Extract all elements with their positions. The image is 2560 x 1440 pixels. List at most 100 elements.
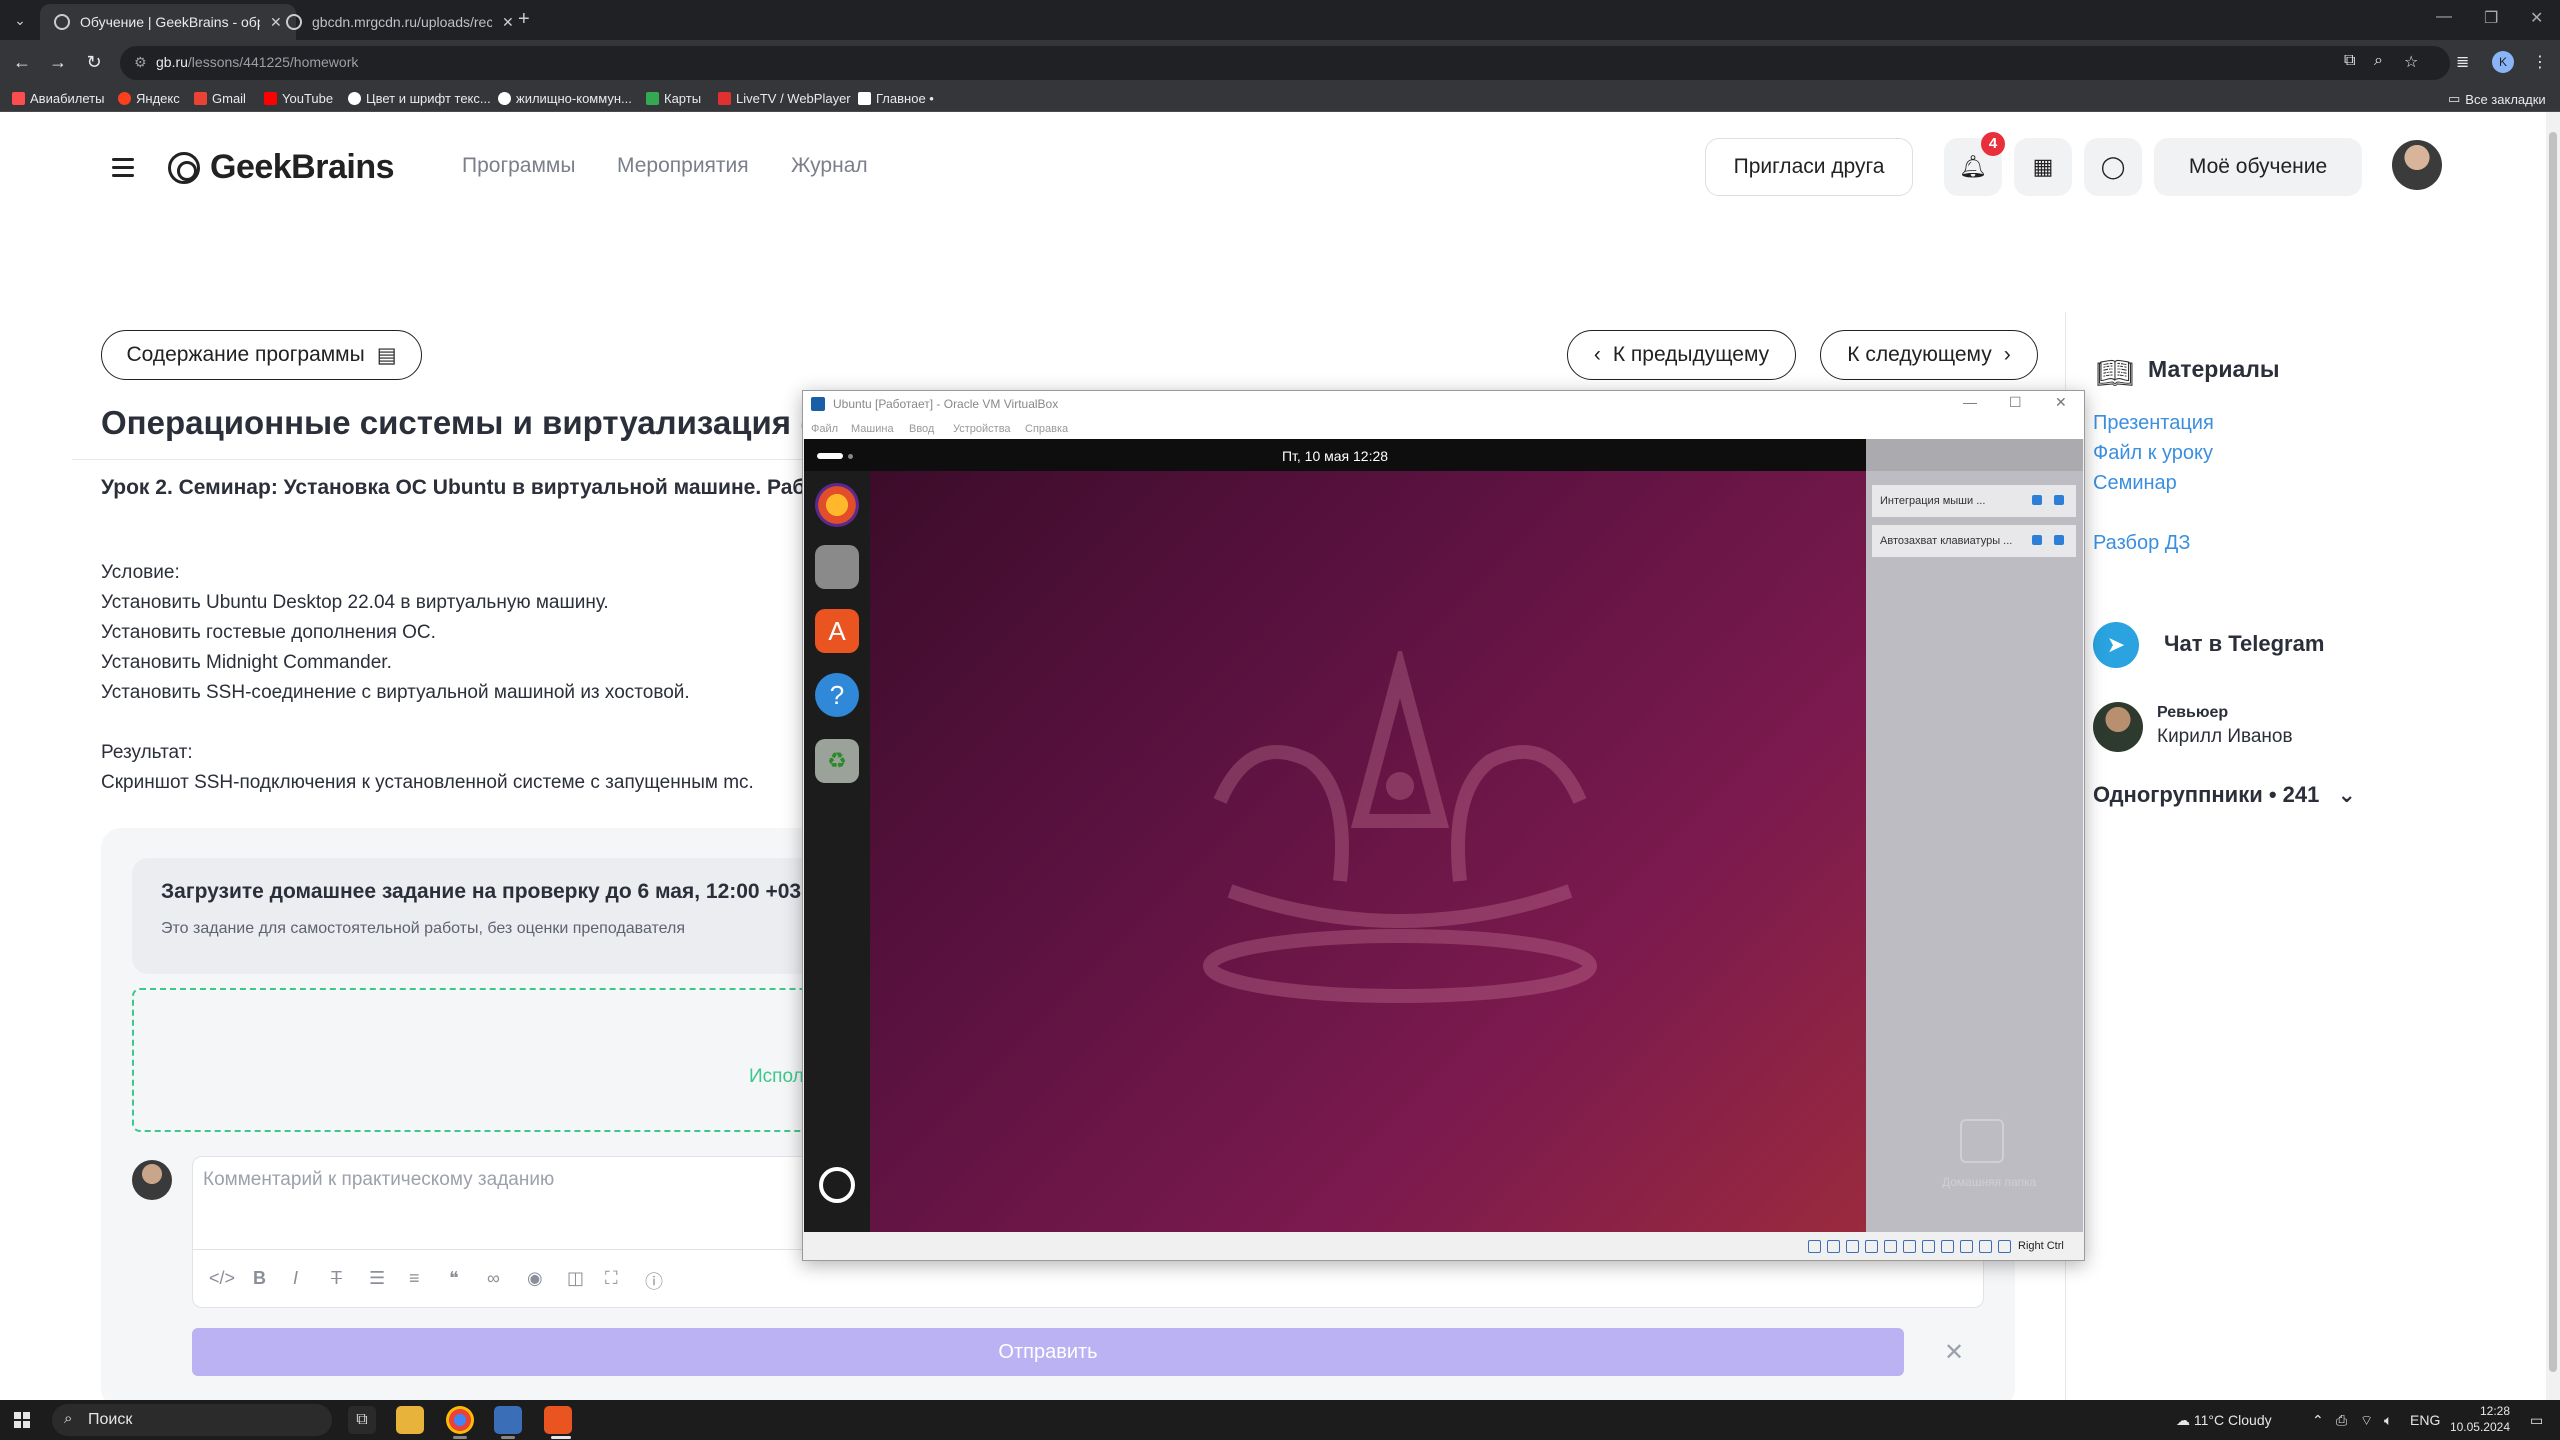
all-bookmarks[interactable]: ▭ Все закладки (2448, 91, 2546, 107)
user-avatar[interactable] (2392, 140, 2442, 190)
keyboard-icon[interactable] (1998, 1240, 2011, 1253)
notifications-icon[interactable]: ▭ (2530, 1412, 2543, 1429)
back-icon[interactable]: ← (10, 52, 34, 73)
shared-folders-icon[interactable] (1903, 1240, 1916, 1253)
close-notification-icon[interactable] (2054, 495, 2064, 505)
forward-icon[interactable]: → (46, 52, 70, 73)
new-tab-icon[interactable]: + (518, 8, 530, 31)
nav-events[interactable]: Мероприятия (617, 154, 749, 178)
audio-icon[interactable] (1846, 1240, 1859, 1253)
program-contents-button[interactable]: Содержание программы ▤ (101, 330, 422, 380)
app-center-icon[interactable]: A (815, 609, 859, 653)
chat-icon[interactable]: ◯ (2084, 138, 2142, 196)
tab-geekbrains[interactable]: Обучение | GeekBrains - обра ✕ (40, 4, 296, 40)
split-view-icon[interactable]: ◫ (567, 1268, 584, 1289)
numbered-list-icon[interactable]: ≡ (409, 1268, 420, 1289)
address-bar[interactable]: ⚙ gb.ru/lessons/441225/homework (120, 46, 2450, 80)
weather-widget[interactable]: ☁︎ 11°C Cloudy (2176, 1412, 2272, 1429)
mouse-integration-icon[interactable] (1979, 1240, 1992, 1253)
show-apps-icon[interactable] (819, 1167, 855, 1203)
reload-icon[interactable]: ↻ (82, 52, 106, 73)
profile-avatar[interactable]: K (2492, 51, 2514, 73)
material-link-presentation[interactable]: Презентация (2093, 412, 2214, 435)
chrome-icon[interactable] (446, 1406, 474, 1434)
menu-help[interactable]: Справка (1025, 423, 1068, 435)
taskbar-clock[interactable]: 12:28 10.05.2024 (2440, 1403, 2510, 1435)
material-link-homework-review[interactable]: Разбор ДЗ (2093, 532, 2190, 555)
preview-icon[interactable]: ◉ (527, 1268, 543, 1289)
bookmark-item[interactable]: Главное • (858, 91, 934, 106)
groupmates-toggle[interactable]: Одногруппники • 241 ⌄ (2093, 782, 2356, 808)
telegram-chat-link[interactable]: Чат в Telegram (2164, 631, 2324, 657)
page-scrollbar[interactable] (2546, 112, 2560, 1400)
virtualbox-manager-icon[interactable] (494, 1406, 522, 1434)
wifi-icon[interactable]: ⌔ (2360, 1412, 2373, 1430)
trash-icon[interactable]: ♻ (815, 739, 859, 783)
ubuntu-desktop[interactable] (870, 471, 1866, 1232)
recording-icon[interactable] (1941, 1240, 1954, 1253)
close-tab-icon[interactable]: ✕ (502, 14, 514, 31)
bookmark-item[interactable]: LiveTV / WebPlayer (718, 91, 851, 106)
tab-gbcdn[interactable]: gbcdn.mrgcdn.ru/uploads/reco ✕ (272, 4, 528, 40)
bookmark-item[interactable]: Карты (646, 91, 701, 106)
vbox-titlebar[interactable]: Ubuntu [Работает] - Oracle VM VirtualBox… (803, 391, 2084, 417)
quote-icon[interactable]: ❝ (449, 1268, 459, 1289)
vt-x-icon[interactable] (1960, 1240, 1973, 1253)
maximize-icon[interactable]: ☐ (2009, 394, 2022, 411)
my-learning-button[interactable]: Моё обучение (2154, 138, 2362, 196)
guest-screen[interactable]: Пт, 10 мая 12:28 A ? ♻ Интеграция мыши .… (804, 439, 2083, 1232)
telegram-icon[interactable]: ➤ (2093, 622, 2139, 668)
notification-keyboard-capture[interactable]: Автозахват клавиатуры ... (1872, 525, 2076, 557)
nav-programs[interactable]: Программы (462, 154, 575, 178)
ubuntu-vm-icon[interactable] (544, 1406, 572, 1434)
hard-disk-icon[interactable] (1808, 1240, 1821, 1253)
bookmark-item[interactable]: YouTube (264, 91, 333, 106)
optical-drive-icon[interactable] (1827, 1240, 1840, 1253)
bookmark-item[interactable]: жилищно-коммун... (498, 91, 632, 106)
close-icon[interactable]: ✕ (2055, 394, 2067, 411)
help-icon[interactable]: ? (815, 673, 859, 717)
info-icon[interactable] (2032, 535, 2042, 545)
menu-icon[interactable]: ⋮ (2532, 52, 2548, 72)
info-icon[interactable] (2032, 495, 2042, 505)
strikethrough-icon[interactable]: T (331, 1268, 342, 1289)
bulleted-list-icon[interactable]: ☰ (369, 1268, 385, 1289)
bookmark-item[interactable]: Gmail (194, 91, 246, 106)
code-icon[interactable]: </> (209, 1268, 235, 1289)
link-icon[interactable]: ∞ (487, 1268, 500, 1289)
site-info-icon[interactable]: ⚙ (134, 54, 147, 71)
tab-search-icon[interactable]: ⌄ (8, 8, 32, 32)
language-indicator[interactable]: ENG (2410, 1412, 2440, 1428)
geekbrains-logo[interactable]: GeekBrains (168, 148, 395, 187)
bookmark-star-icon[interactable]: ☆ (2404, 52, 2418, 72)
bookmark-item[interactable]: Цвет и шрифт текс... (348, 91, 491, 106)
close-window-icon[interactable]: ✕ (2530, 8, 2543, 28)
zoom-icon[interactable]: ⌕ (2374, 52, 2383, 70)
task-view-icon[interactable]: ⧉ (348, 1406, 376, 1434)
menu-machine[interactable]: Машина (851, 423, 894, 435)
network-tray-icon[interactable]: ⎙ (2336, 1412, 2347, 1429)
help-icon[interactable]: ⓘ (645, 1268, 663, 1294)
tray-overflow-icon[interactable]: ⌃ (2312, 1412, 2324, 1429)
bookmark-item[interactable]: Яндекс (118, 91, 180, 106)
taskbar-search[interactable]: ⌕ Поиск (52, 1404, 332, 1436)
menu-file[interactable]: Файл (811, 423, 838, 435)
close-icon[interactable]: ✕ (1944, 1338, 1964, 1367)
calendar-icon[interactable]: ▦ (2014, 138, 2072, 196)
italic-icon[interactable]: I (293, 1268, 298, 1289)
menu-input[interactable]: Ввод (909, 423, 934, 435)
hamburger-menu-icon[interactable] (112, 158, 134, 182)
install-app-icon[interactable]: ⧉ (2344, 52, 2355, 70)
home-folder-icon[interactable] (1960, 1119, 2004, 1163)
material-link-file[interactable]: Файл к уроку (2093, 442, 2213, 465)
files-icon[interactable] (815, 545, 859, 589)
menu-devices[interactable]: Устройства (953, 423, 1011, 435)
nav-journal[interactable]: Журнал (791, 154, 868, 178)
ubuntu-clock[interactable]: Пт, 10 мая 12:28 (804, 448, 1866, 464)
bookmark-item[interactable]: Авиабилеты (12, 91, 104, 106)
display-icon[interactable] (1922, 1240, 1935, 1253)
next-lesson-button[interactable]: К следующему › (1820, 330, 2038, 380)
network-icon[interactable] (1865, 1240, 1878, 1253)
bold-icon[interactable]: B (253, 1268, 266, 1289)
notification-mouse-integration[interactable]: Интеграция мыши ... (1872, 485, 2076, 517)
